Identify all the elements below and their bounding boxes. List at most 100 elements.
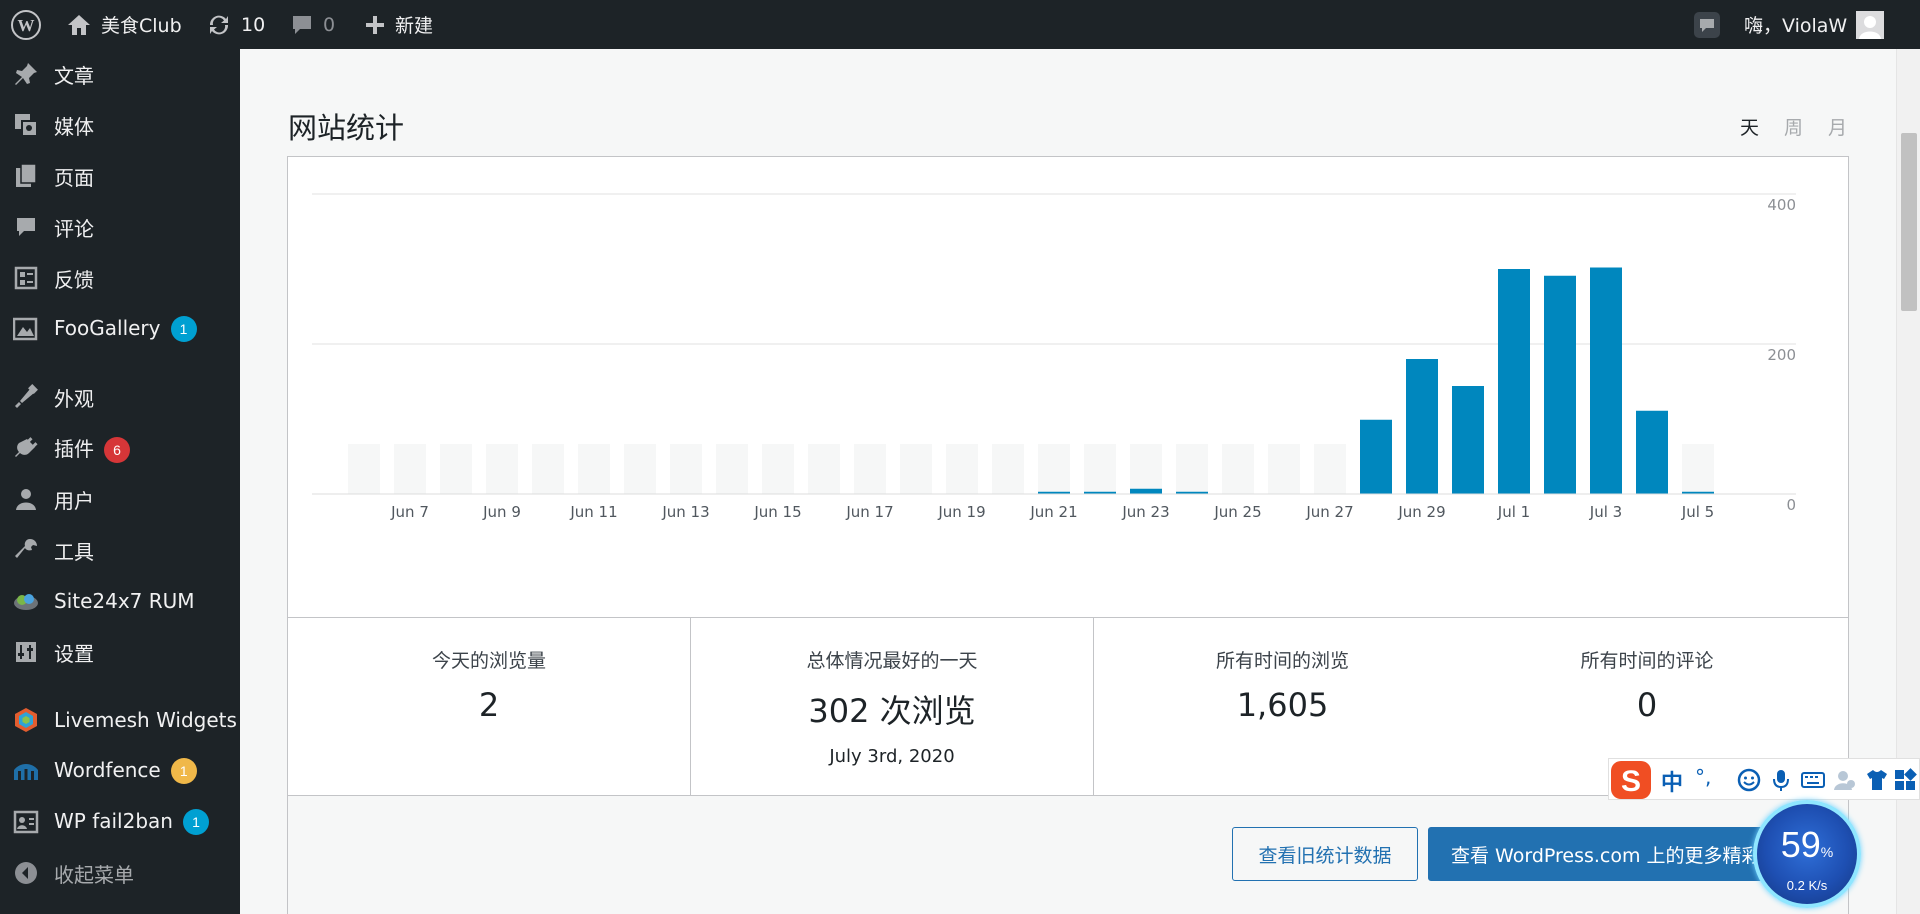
sidebar-item-comments[interactable]: 评论	[0, 202, 240, 252]
user-icon	[12, 486, 40, 512]
stat-today-value: 2	[478, 686, 500, 724]
emoji-icon[interactable]	[1737, 768, 1761, 792]
scrollbar-thumb[interactable]	[1901, 133, 1917, 311]
bar-background	[578, 444, 610, 494]
stat-alltime-comments-label: 所有时间的评论	[1580, 650, 1714, 672]
notification-bubble-icon	[1694, 11, 1720, 38]
bar-background	[1130, 444, 1162, 494]
account-menu[interactable]: 嗨，ViolaW	[1744, 0, 1885, 49]
chart-bar[interactable]	[1590, 267, 1622, 495]
view-more-stats-button[interactable]: 查看 WordPress.com 上的更多精彩	[1428, 827, 1798, 881]
sidebar-item-settings[interactable]: 设置	[0, 627, 240, 677]
sidebar-item-wp-fail2ban[interactable]: WP fail2ban 1	[0, 797, 240, 847]
wordpress-logo-icon[interactable]: W	[10, 0, 42, 49]
x-tick-label: Jun 9	[482, 503, 521, 521]
x-tick-label: Jul 3	[1589, 503, 1622, 521]
bar-background	[1084, 444, 1116, 494]
toolbox-grid-icon[interactable]	[1893, 768, 1917, 792]
y-tick-label: 200	[1767, 346, 1796, 364]
ime-punctuation-mode[interactable]: °,	[1695, 765, 1711, 789]
livemesh-icon	[12, 707, 40, 733]
user-account-icon[interactable]	[1833, 768, 1857, 792]
chart-bar[interactable]	[1636, 410, 1668, 494]
x-tick-label: Jun 25	[1213, 503, 1261, 521]
sidebar-item-appearance[interactable]: 外观	[0, 372, 240, 422]
chart-bar[interactable]	[1130, 488, 1162, 494]
sidebar-item-livemesh[interactable]: Livemesh Widgets	[0, 695, 240, 745]
stat-alltime-comments-value: 0	[1636, 686, 1658, 724]
svg-text:S: S	[1621, 765, 1641, 798]
comment-icon	[293, 15, 311, 34]
microphone-icon[interactable]	[1769, 768, 1793, 792]
x-tick-label: Jun 11	[569, 503, 617, 521]
tools-icon	[12, 537, 40, 563]
x-tick-label: Jun 13	[661, 503, 709, 521]
network-speed-widget[interactable]: 59% 0.2 K/s	[1753, 800, 1861, 908]
comments-count: 0	[323, 13, 336, 36]
svg-text:W: W	[18, 16, 35, 35]
notifications-button[interactable]	[1693, 0, 1721, 49]
sidebar-item-tools[interactable]: 工具	[0, 525, 240, 575]
media-icon	[12, 112, 40, 138]
comment-icon	[12, 214, 40, 240]
sidebar-item-pages[interactable]: 页面	[0, 151, 240, 201]
chart-bar[interactable]	[1544, 275, 1576, 494]
settings-icon	[12, 639, 40, 665]
chart-bar[interactable]	[1452, 386, 1484, 494]
comments-link[interactable]: 0	[290, 0, 335, 49]
sidebar-item-posts[interactable]: 文章	[0, 49, 240, 99]
plus-icon	[366, 15, 384, 34]
sidebar-item-media[interactable]: 媒体	[0, 100, 240, 150]
new-content-link[interactable]: 新建	[364, 0, 433, 49]
keyboard-icon[interactable]	[1801, 768, 1825, 792]
download-rate: 0.2 K/s	[1786, 878, 1828, 893]
site-name-link[interactable]: 美食Club	[66, 0, 182, 49]
sidebar-item-feedback[interactable]: 反馈	[0, 253, 240, 303]
stat-best-day: 总体情况最好的一天 302 次浏览 July 3rd, 2020	[691, 618, 1093, 796]
collapse-icon	[12, 860, 40, 886]
x-tick-label: Jun 17	[845, 503, 893, 521]
stat-alltime-views-label: 所有时间的浏览	[1215, 650, 1349, 672]
page-title: 网站统计	[288, 111, 405, 145]
stats-footer: 查看旧统计数据 查看 WordPress.com 上的更多精彩	[288, 795, 1848, 914]
skin-shirt-icon[interactable]	[1865, 768, 1889, 792]
sidebar-item-site24x7[interactable]: Site24x7 RUM	[0, 576, 240, 626]
sidebar-item-wordfence[interactable]: Wordfence 1	[0, 746, 240, 796]
avatar	[1856, 10, 1885, 39]
bar-background	[1222, 444, 1254, 494]
bar-background	[1682, 444, 1714, 494]
y-tick-label: 0	[1786, 496, 1796, 514]
foogallery-badge: 1	[170, 316, 197, 343]
chart-bar[interactable]	[1498, 269, 1530, 494]
site24x7-icon	[12, 588, 40, 614]
bar-background	[1176, 444, 1208, 494]
chart-bar[interactable]	[1406, 359, 1438, 494]
chart-bar[interactable]	[1360, 419, 1392, 494]
collapse-menu-button[interactable]: 收起菜单	[0, 848, 240, 898]
greeting: 嗨，ViolaW	[1744, 15, 1848, 37]
stat-alltime-views: 所有时间的浏览 1,605	[1094, 618, 1471, 796]
view-old-stats-button[interactable]: 查看旧统计数据	[1232, 827, 1418, 881]
sogou-logo-icon[interactable]: S	[1609, 759, 1653, 801]
y-tick-label: 400	[1767, 196, 1796, 214]
appearance-icon	[12, 384, 40, 410]
stat-best-date: July 3rd, 2020	[829, 746, 955, 767]
stat-today: 今天的浏览量 2	[288, 618, 690, 796]
ime-chinese-mode[interactable]: 中	[1661, 765, 1683, 797]
sidebar-item-plugins[interactable]: 插件 6	[0, 423, 240, 473]
bar-background	[762, 444, 794, 494]
site-name: 美食Club	[101, 15, 182, 37]
period-tab-month[interactable]: 月	[1828, 113, 1847, 140]
bar-background	[348, 444, 380, 494]
speed-percent-value: 59	[1780, 824, 1821, 865]
period-tab-day[interactable]: 天	[1740, 113, 1759, 140]
x-tick-label: Jun 29	[1397, 503, 1445, 521]
updates-link[interactable]: 10	[206, 0, 265, 49]
bar-background	[1038, 444, 1070, 494]
plugins-badge: 6	[104, 437, 130, 464]
sidebar-item-foogallery[interactable]: FooGallery 1	[0, 304, 240, 354]
period-tab-week[interactable]: 周	[1784, 113, 1803, 140]
wordfence-icon	[12, 758, 40, 784]
sidebar-item-users[interactable]: 用户	[0, 474, 240, 524]
x-tick-label: Jun 19	[937, 503, 985, 521]
